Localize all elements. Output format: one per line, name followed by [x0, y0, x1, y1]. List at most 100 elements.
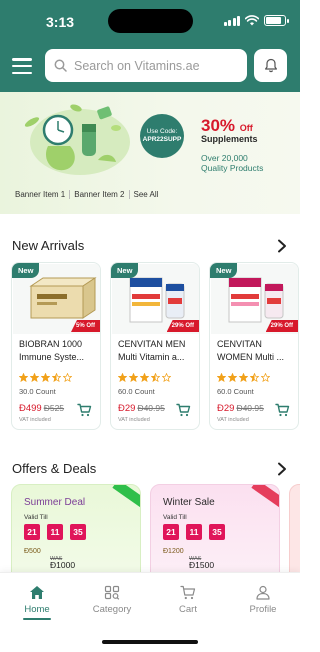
old-price: Ð40.95 [236, 403, 264, 413]
rating-stars [19, 373, 72, 382]
bottom-nav: Home Category Cart Profile [0, 572, 300, 652]
rating-stars [118, 373, 171, 382]
product-list: New 5% Off BIOBRAN 1000 Immune Syste... … [11, 262, 299, 430]
product-price: Ð29 Ð40.95 [217, 403, 264, 414]
timer-minutes: 35 [209, 524, 225, 540]
valid-till-label: Valid Till [163, 514, 187, 521]
product-name: CENVITAN MEN Multi Vitamin a... [118, 339, 186, 362]
use-code-label: Use Code: [146, 127, 178, 135]
active-indicator [23, 618, 51, 620]
cart-icon [180, 585, 196, 600]
star-icon [19, 373, 28, 382]
menu-button[interactable] [12, 58, 32, 74]
banner-see-all[interactable]: See All [130, 190, 163, 199]
product-count: 60.0 Count [217, 387, 254, 396]
promo-code: APR22SUPP [142, 136, 182, 143]
rating-stars [217, 373, 270, 382]
nav-cart[interactable]: Cart [158, 585, 218, 615]
product-card[interactable]: New 29% Off CENVITAN WOMEN Multi ... 60.… [209, 262, 299, 430]
product-price: Ð499 Ð525 [19, 403, 65, 414]
offer-card-partial[interactable] [289, 484, 300, 584]
nav-home[interactable]: Home [7, 585, 67, 620]
star-icon [162, 373, 171, 382]
star-icon [118, 373, 127, 382]
promo-code-badge: Use Code: APR22SUPP [140, 114, 184, 158]
new-badge: New [12, 263, 40, 278]
vat-note: VAT included [217, 417, 249, 423]
offers-list: Summer Deal Valid Till 21 11 35 Ð500 WAS… [11, 484, 300, 584]
star-icon [41, 373, 50, 382]
product-name: CENVITAN WOMEN Multi ... [217, 339, 284, 362]
product-price: Ð29 Ð40.95 [118, 403, 165, 414]
star-icon [228, 373, 237, 382]
product-count: 60.0 Count [118, 387, 155, 396]
star-icon [261, 373, 270, 382]
nav-label: Profile [249, 604, 277, 615]
star-icon [217, 373, 226, 382]
star-icon [52, 373, 61, 382]
promo-subject: Supplements [201, 134, 258, 144]
system-icons [223, 15, 289, 26]
new-badge: New [210, 263, 238, 278]
app-header: 3:13 [0, 0, 300, 92]
offer-original-price: Ð1500 [189, 560, 215, 570]
nav-category[interactable]: Category [82, 585, 142, 615]
timer-days: 21 [24, 524, 40, 540]
star-icon [239, 373, 248, 382]
search-bar[interactable] [45, 49, 247, 82]
chevron-right-icon[interactable] [276, 239, 288, 253]
chevron-right-icon[interactable] [276, 462, 288, 476]
valid-till-label: Valid Till [24, 514, 48, 521]
promo-discount: 30% Off [201, 116, 253, 135]
banner-tabs: Banner Item 1 Banner Item 2 See All [15, 190, 162, 199]
nav-label: Home [24, 604, 50, 615]
app-root: 3:13 Search on Vitamins.ae Use Code: APR… [0, 0, 300, 652]
offer-price: Ð1200 [163, 548, 184, 555]
supplements-illustration [24, 104, 130, 175]
search-input[interactable] [74, 58, 234, 73]
section-title: New Arrivals [12, 238, 85, 253]
add-to-cart-icon[interactable] [77, 403, 92, 417]
countdown-timer: 21 11 35 [163, 524, 225, 540]
old-price: Ð525 [43, 403, 65, 413]
star-icon [63, 373, 72, 382]
star-icon [30, 373, 39, 382]
star-icon [151, 373, 160, 382]
old-price: Ð40.95 [137, 403, 165, 413]
offer-ribbon [251, 485, 279, 509]
product-count: 30.0 Count [19, 387, 56, 396]
signal-icon [223, 15, 240, 26]
search-icon [54, 59, 67, 72]
wifi-icon [245, 15, 259, 26]
banner-tab-1[interactable]: Banner Item 1 [15, 190, 71, 199]
profile-icon [256, 585, 270, 600]
status-time: 3:13 [46, 14, 75, 30]
offer-title: Summer Deal [24, 497, 86, 508]
nav-profile[interactable]: Profile [233, 585, 293, 615]
offer-card[interactable]: Winter Sale Valid Till 21 11 35 Ð1200 WA… [150, 484, 280, 584]
banner-tab-2[interactable]: Banner Item 2 [70, 190, 130, 199]
star-icon [129, 373, 138, 382]
add-to-cart-icon[interactable] [275, 403, 290, 417]
notifications-button[interactable] [254, 49, 287, 82]
vat-note: VAT included [19, 417, 51, 423]
vat-note: VAT included [118, 417, 150, 423]
nav-label: Category [92, 604, 132, 615]
offer-card[interactable]: Summer Deal Valid Till 21 11 35 Ð500 WAS… [11, 484, 141, 584]
countdown-timer: 21 11 35 [24, 524, 86, 540]
new-badge: New [111, 263, 139, 278]
category-icon [104, 585, 120, 600]
status-bar: 3:13 [0, 0, 300, 44]
add-to-cart-icon[interactable] [176, 403, 191, 417]
timer-days: 21 [163, 524, 179, 540]
section-title: Offers & Deals [12, 461, 97, 476]
timer-minutes: 35 [70, 524, 86, 540]
offer-price: Ð500 [24, 548, 41, 555]
offers-header: Offers & Deals [12, 461, 288, 476]
dynamic-island [108, 9, 193, 33]
product-card[interactable]: New 29% Off CENVITAN MEN Multi Vitamin a… [110, 262, 200, 430]
product-card[interactable]: New 5% Off BIOBRAN 1000 Immune Syste... … [11, 262, 101, 430]
nav-label: Cart [179, 604, 197, 615]
home-indicator [102, 640, 198, 644]
product-name: BIOBRAN 1000 Immune Syste... [19, 339, 85, 362]
